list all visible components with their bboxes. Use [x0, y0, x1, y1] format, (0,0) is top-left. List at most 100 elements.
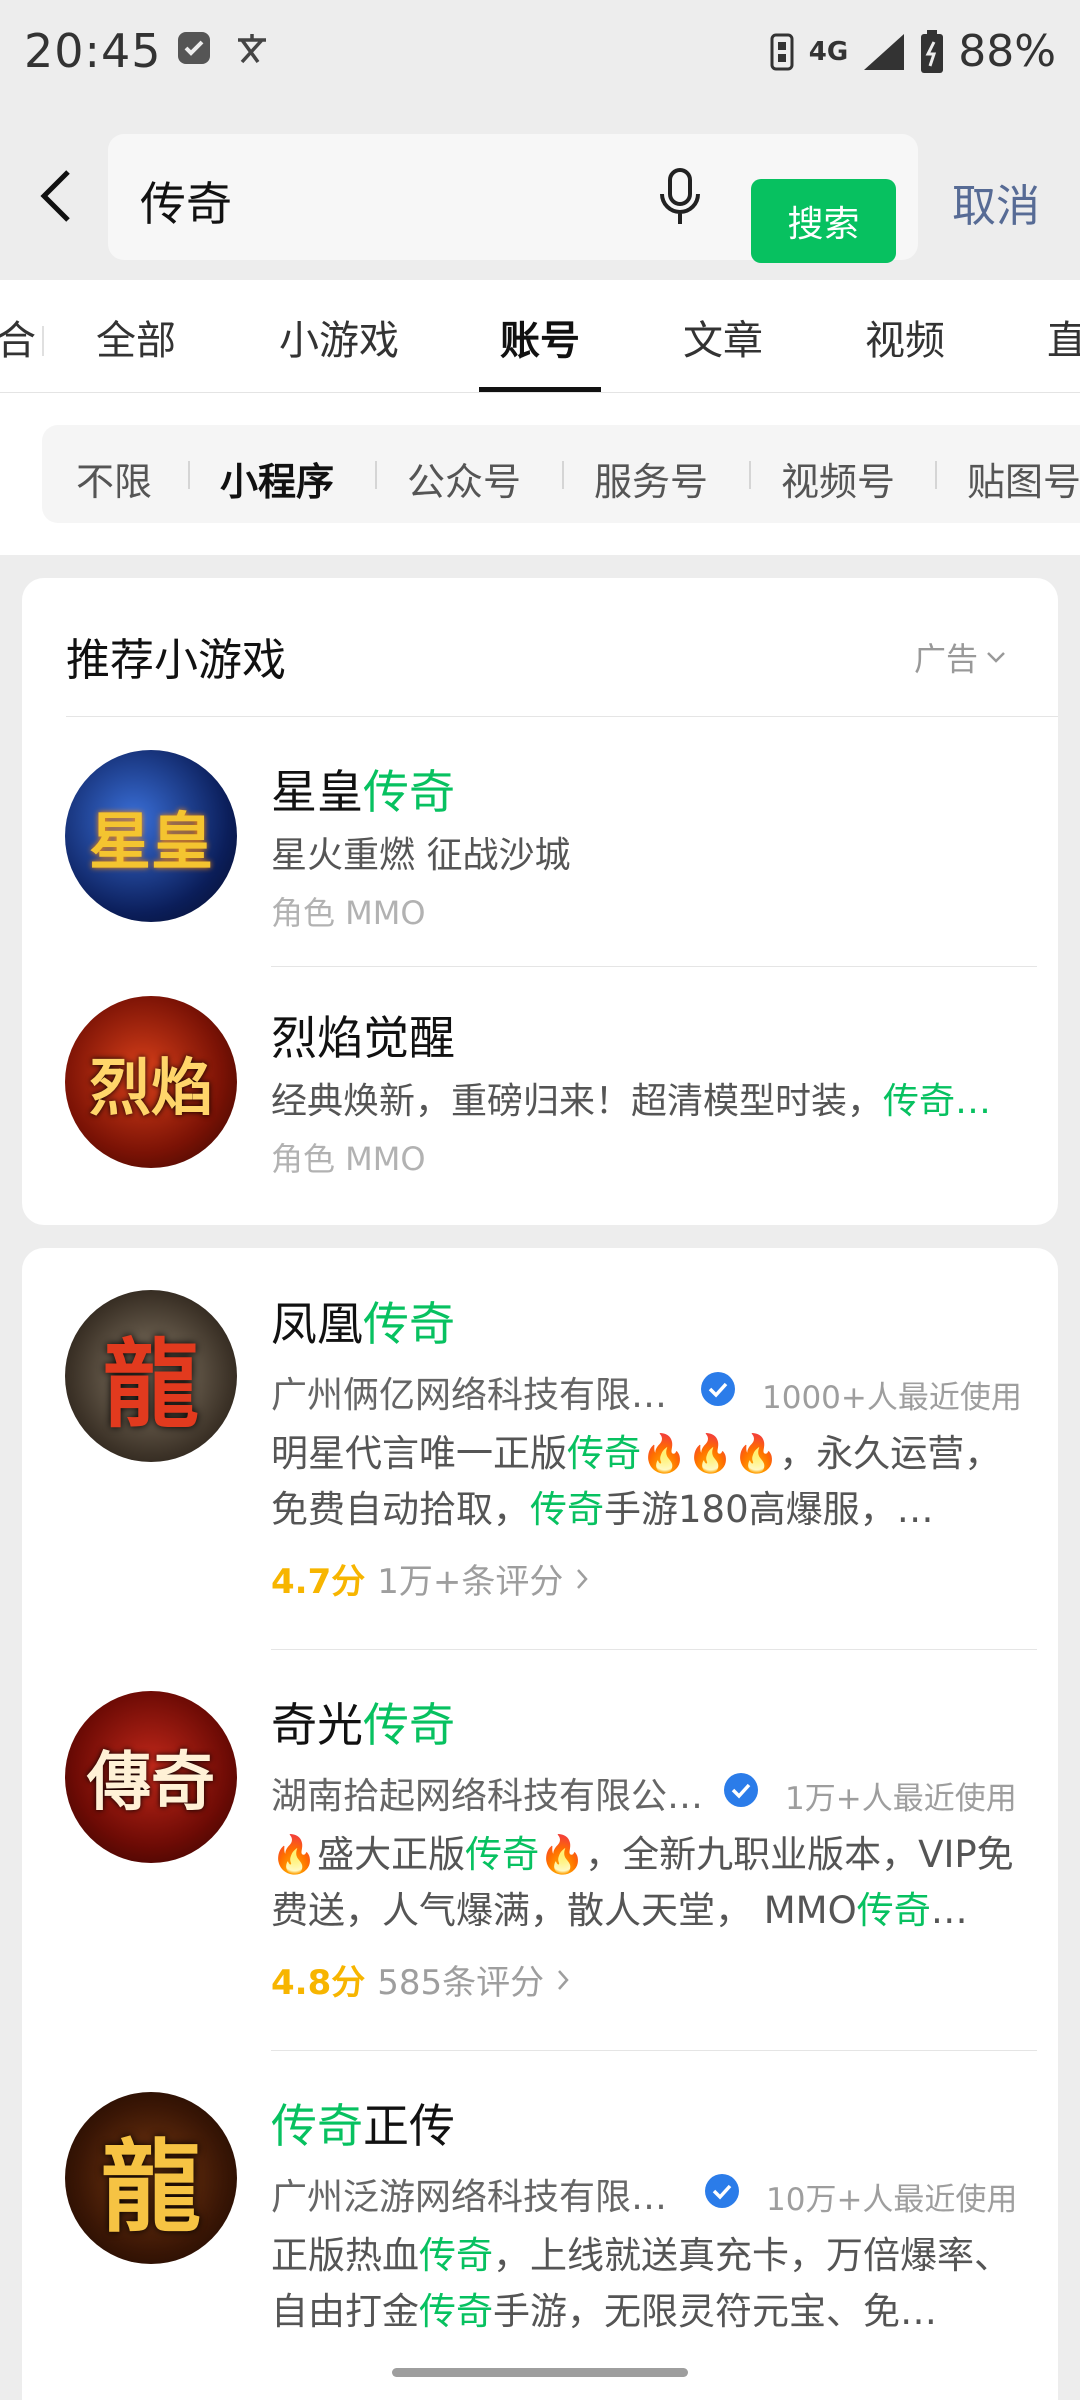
- search-header: 传奇 搜索 取消: [0, 110, 1080, 280]
- description-highlight: 传奇: [419, 2234, 493, 2277]
- verified-badge-icon: [705, 2174, 739, 2208]
- avatar-text: 星皇: [88, 805, 213, 878]
- status-time: 20:45: [24, 24, 162, 78]
- result-avatar: 龍: [65, 1290, 237, 1462]
- rating-row[interactable]: 4.8分 585条评分: [271, 1955, 570, 2004]
- verified-badge-icon: [724, 1773, 758, 1807]
- developer-name: 湖南拾起网络科技有限公…: [271, 1776, 704, 1817]
- game-name-text: 星皇: [271, 765, 363, 819]
- recent-users: 1000+人最近使用: [762, 1380, 1022, 1416]
- game-name-highlight: 传奇: [363, 765, 455, 819]
- game-avatar: 星皇: [65, 750, 237, 922]
- active-tab-indicator: [479, 387, 601, 392]
- results-card: 龍 凤凰传奇 广州俩亿网络科技有限… 1000+人最近使用 明星代言唯一正版传奇…: [22, 1248, 1058, 2400]
- tab-composite[interactable]: 综合: [0, 308, 36, 366]
- search-query-text: 传奇: [140, 177, 232, 231]
- game-name: 烈焰觉醒: [271, 1011, 455, 1065]
- description-text: 🔥盛大正版: [271, 1833, 466, 1876]
- search-button[interactable]: 搜索: [751, 179, 896, 263]
- game-name: 星皇传奇: [271, 756, 455, 822]
- description-highlight: 传奇: [465, 1833, 540, 1876]
- recent-users: 1万+人最近使用: [785, 1781, 1017, 1817]
- description-highlight: 传奇: [530, 1488, 604, 1531]
- rating-score: 4.7分: [271, 1562, 366, 1602]
- result-name: 凤凰传奇: [271, 1288, 455, 1354]
- back-arrow-icon[interactable]: [36, 166, 76, 226]
- developer-name: 广州泛游网络科技有限…: [271, 2177, 668, 2218]
- tab-accounts[interactable]: 账号: [500, 308, 580, 366]
- rating-row[interactable]: 4.7分 1万+条评分: [271, 1554, 589, 1603]
- tab-mini-games[interactable]: 小游戏: [279, 308, 399, 366]
- filter-divider: [749, 461, 751, 489]
- description-text: 手游，无限灵符元宝、免…: [493, 2290, 937, 2333]
- tab-divider: [42, 326, 44, 356]
- description-text: 正版热血: [271, 2234, 419, 2277]
- result-description: 正版热血传奇，上线就送真充卡，万倍爆率、自由打金传奇手游，无限灵符元宝、免…: [271, 2228, 1031, 2340]
- card-title: 推荐小游戏: [66, 635, 286, 686]
- result-avatar: 傳奇: [65, 1691, 237, 1863]
- cancel-button[interactable]: 取消: [952, 170, 1040, 234]
- game-item[interactable]: 星皇 星皇传奇 星火重燃 征战沙城 角色 MMO: [22, 716, 1058, 966]
- ad-label[interactable]: 广告: [914, 634, 1006, 680]
- app-notification-icon: [178, 32, 210, 64]
- game-description: 经典焕新，重磅归来！超清模型时装，传奇…: [271, 1072, 1031, 1124]
- ad-text: 广告: [914, 640, 979, 678]
- filter-divider: [375, 461, 377, 489]
- filter-divider: [188, 461, 190, 489]
- status-bar: 20:45 4G 88%: [0, 0, 1080, 110]
- filter-mini-program[interactable]: 小程序: [220, 451, 334, 506]
- description-highlight: 传奇: [419, 2290, 493, 2333]
- game-avatar: 烈焰: [65, 996, 237, 1168]
- game-tag: 角色 MMO: [271, 894, 426, 932]
- result-description: 明星代言唯一正版传奇🔥🔥🔥，永久运营，免费自动拾取，传奇手游180高爆服，…: [271, 1426, 1031, 1538]
- microphone-icon[interactable]: [656, 166, 704, 230]
- chevron-right-icon: [558, 1969, 569, 1990]
- chevron-right-icon: [577, 1568, 589, 1589]
- filter-chips: 不限 小程序 公众号 服务号 视频号 贴图号: [42, 425, 1080, 523]
- description-text: …: [930, 1889, 968, 1932]
- result-description: 🔥盛大正版传奇🔥，全新九职业版本，VIP免费送，人气爆满，散人天堂， MMO传奇…: [271, 1827, 1031, 1939]
- result-name: 传奇正传: [271, 2090, 455, 2156]
- recent-users: 10万+人最近使用: [766, 2182, 1018, 2218]
- result-name: 奇光传奇: [271, 1689, 455, 1755]
- avatar-text: 傳奇: [87, 1745, 215, 1820]
- description-highlight: 传奇…: [883, 1081, 992, 1122]
- filter-unlimited[interactable]: 不限: [76, 451, 152, 506]
- description-text: 经典焕新，重磅归来！超清模型时装，: [271, 1081, 884, 1122]
- vibrate-icon: [770, 33, 794, 70]
- filter-service-account[interactable]: 服务号: [594, 451, 708, 506]
- tab-all[interactable]: 全部: [96, 308, 176, 366]
- filter-official-account[interactable]: 公众号: [407, 451, 521, 506]
- avatar-text: 烈焰: [88, 1051, 213, 1124]
- chevron-down-icon: [987, 652, 1005, 663]
- signal-icon: [864, 33, 905, 70]
- filter-image-account[interactable]: 贴图号: [967, 451, 1080, 506]
- avatar-text: 龍: [101, 2127, 201, 2246]
- review-count: 585条评分: [377, 1963, 545, 2003]
- filter-divider: [562, 461, 564, 489]
- search-input[interactable]: 传奇 搜索: [108, 134, 918, 263]
- battery-level: 88%: [958, 26, 1056, 77]
- result-name-text: 凤凰: [271, 1297, 363, 1351]
- tab-videos[interactable]: 视频: [865, 308, 945, 366]
- result-item[interactable]: 龍 凤凰传奇 广州俩亿网络科技有限… 1000+人最近使用 明星代言唯一正版传奇…: [22, 1248, 1058, 1648]
- game-item[interactable]: 烈焰 烈焰觉醒 经典焕新，重磅归来！超清模型时装，传奇… 角色 MMO: [22, 966, 1058, 1216]
- tab-articles[interactable]: 文章: [683, 308, 763, 366]
- game-description: 星火重燃 征战沙城: [271, 835, 571, 876]
- filter-channels[interactable]: 视频号: [781, 451, 895, 506]
- result-name-text: 正传: [363, 2099, 455, 2153]
- description-text: 明星代言唯一正版: [271, 1432, 567, 1475]
- filter-divider: [935, 461, 937, 489]
- tab-live[interactable]: 直播: [1047, 308, 1080, 366]
- result-name-text: 奇光: [271, 1698, 363, 1752]
- result-name-highlight: 传奇: [271, 2099, 363, 2153]
- result-avatar: 龍: [65, 2092, 237, 2264]
- review-count: 1万+条评分: [377, 1562, 564, 1602]
- avatar-text: 龍: [103, 1327, 199, 1441]
- home-indicator[interactable]: [392, 2368, 688, 2377]
- battery-icon: [921, 29, 944, 73]
- result-item[interactable]: 龍 传奇正传 广州泛游网络科技有限… 10万+人最近使用 正版热血传奇，上线就送…: [22, 2050, 1058, 2400]
- verified-badge-icon: [701, 1372, 735, 1406]
- result-item[interactable]: 傳奇 奇光传奇 湖南拾起网络科技有限公… 1万+人最近使用 🔥盛大正版传奇🔥，全…: [22, 1649, 1058, 2049]
- result-name-highlight: 传奇: [363, 1297, 455, 1351]
